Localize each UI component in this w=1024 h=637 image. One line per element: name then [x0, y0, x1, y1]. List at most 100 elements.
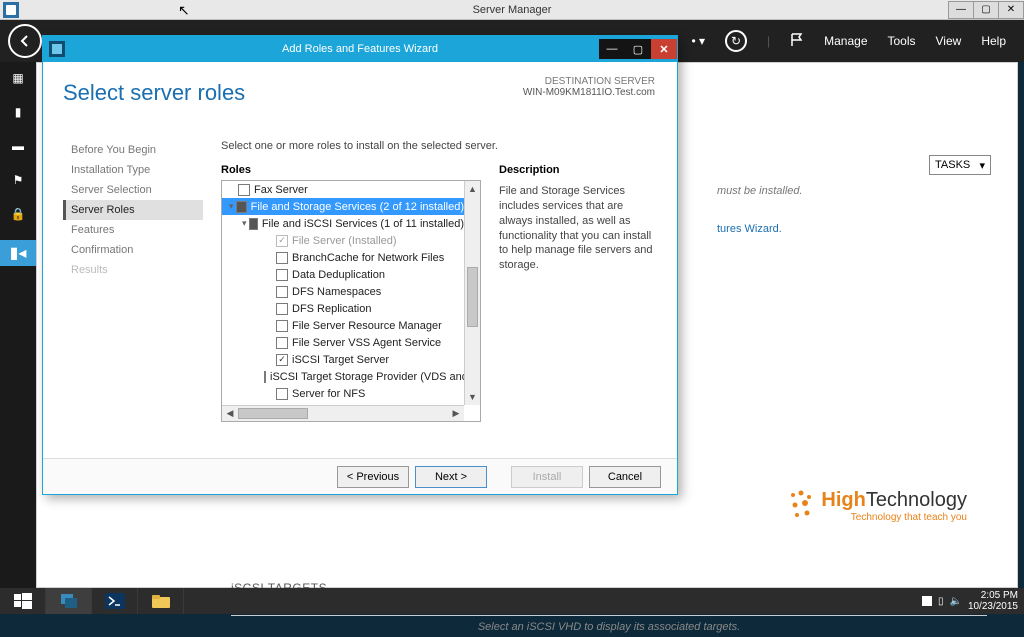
nav-sidebar: ▦ ▮ ▬ ⚑ 🔒 ▮◂ [0, 62, 36, 588]
role-checkbox[interactable] [276, 320, 288, 332]
role-checkbox[interactable] [236, 201, 246, 213]
back-button[interactable] [8, 24, 42, 58]
role-tree-row[interactable]: DFS Replication [222, 300, 464, 317]
wizard-maximize-button[interactable]: ▢ [625, 39, 651, 59]
iscsi-empty-message: Select an iSCSI VHD to display its assoc… [231, 615, 987, 637]
wizard-dialog: Add Roles and Features Wizard — ▢ ✕ Sele… [42, 35, 678, 495]
role-tree-row[interactable]: Server for NFS [222, 385, 464, 402]
role-tree-row[interactable]: ▾ File and Storage Services (2 of 12 inst… [222, 198, 464, 215]
role-checkbox[interactable] [238, 184, 250, 196]
nav-dashboard-icon[interactable]: ▦ [10, 70, 26, 86]
roles-label: Roles [221, 164, 251, 176]
expand-icon[interactable]: ▾ [226, 201, 236, 212]
wizard-instruction: Select one or more roles to install on t… [221, 140, 498, 152]
start-button[interactable] [0, 588, 46, 614]
scroll-left-icon[interactable]: ◀ [222, 406, 238, 421]
wizard-close-button[interactable]: ✕ [651, 39, 677, 59]
logo-text: HighTechnology [821, 489, 967, 512]
role-checkbox[interactable] [276, 269, 288, 281]
role-tree-row[interactable]: ▾ File and iSCSI Services (1 of 11 instal… [222, 215, 464, 232]
wizard-step[interactable]: Before You Begin [63, 140, 203, 160]
role-tree-row[interactable]: iSCSI Target Server [222, 351, 464, 368]
next-button[interactable]: Next > [415, 466, 487, 488]
role-tree-row[interactable]: DFS Namespaces [222, 283, 464, 300]
role-tree-row[interactable]: Fax Server [222, 181, 464, 198]
previous-button[interactable]: < Previous [337, 466, 409, 488]
role-label: DFS Replication [292, 303, 371, 315]
taskbar-server-manager[interactable] [46, 588, 92, 614]
vertical-scrollbar[interactable]: ▲ ▼ [464, 181, 480, 405]
horizontal-scrollbar[interactable]: ◀ ▶ [222, 405, 464, 421]
role-checkbox[interactable] [264, 371, 266, 383]
role-label: Server for NFS [292, 388, 365, 400]
role-label: File and Storage Services (2 of 12 insta… [251, 201, 464, 213]
role-tree-row[interactable]: File Server (Installed) [222, 232, 464, 249]
menu-tools[interactable]: Tools [888, 34, 916, 48]
divider: | [767, 34, 770, 48]
role-checkbox[interactable] [276, 354, 288, 366]
refresh-icon[interactable]: ↻ [725, 30, 747, 52]
system-tray[interactable]: ▯ 🔈 2:05 PM 10/23/2015 [916, 588, 1024, 614]
hscroll-thumb[interactable] [238, 408, 308, 419]
role-tree-row[interactable]: Data Deduplication [222, 266, 464, 283]
wizard-titlebar[interactable]: Add Roles and Features Wizard — ▢ ✕ [43, 36, 677, 62]
role-tree-row[interactable]: File Server Resource Manager [222, 317, 464, 334]
nav-file-storage-icon[interactable]: ▮◂ [0, 240, 36, 266]
app-icon [3, 2, 19, 18]
taskbar-explorer[interactable] [138, 588, 184, 614]
description-text: File and Storage Services includes servi… [499, 184, 659, 273]
tray-flag-icon[interactable] [922, 596, 932, 606]
nav-addc-icon[interactable]: ⚑ [10, 172, 26, 188]
window-titlebar: Server Manager — ▢ ✕ [0, 0, 1024, 20]
role-tree-row[interactable]: BranchCache for Network Files [222, 249, 464, 266]
role-checkbox[interactable] [276, 286, 288, 298]
menu-view[interactable]: View [936, 34, 962, 48]
role-checkbox[interactable] [276, 303, 288, 315]
roles-tree: Fax Server▾File and Storage Services (2 … [221, 180, 481, 422]
menu-manage[interactable]: Manage [824, 34, 867, 48]
tray-network-icon[interactable]: ▯ [938, 596, 944, 607]
close-button[interactable]: ✕ [998, 1, 1024, 19]
tray-volume-icon[interactable]: 🔈 [949, 596, 961, 607]
wizard-step[interactable]: Confirmation [63, 240, 203, 260]
scroll-thumb[interactable] [467, 267, 478, 327]
role-checkbox[interactable] [276, 252, 288, 264]
notifications-flag-icon[interactable] [790, 33, 804, 50]
tray-clock[interactable]: 2:05 PM 10/23/2015 [968, 590, 1018, 612]
role-tree-row[interactable]: iSCSI Target Storage Provider (VDS and V… [222, 368, 464, 385]
menu-help[interactable]: Help [981, 34, 1006, 48]
minimize-button[interactable]: — [948, 1, 974, 19]
maximize-button[interactable]: ▢ [973, 1, 999, 19]
wizard-title: Add Roles and Features Wizard [282, 43, 438, 55]
role-label: File Server VSS Agent Service [292, 337, 441, 349]
scroll-down-icon[interactable]: ▼ [465, 389, 480, 405]
wizard-minimize-button[interactable]: — [599, 39, 625, 59]
cancel-button[interactable]: Cancel [589, 466, 661, 488]
background-link[interactable]: tures Wizard. [717, 223, 782, 235]
scroll-up-icon[interactable]: ▲ [465, 181, 480, 197]
scroll-right-icon[interactable]: ▶ [448, 406, 464, 421]
role-checkbox[interactable] [249, 218, 258, 230]
nav-dns-icon[interactable]: 🔒 [10, 206, 26, 222]
wizard-step[interactable]: Features [63, 220, 203, 240]
destination-info: DESTINATION SERVER WIN-M09KM1811IO.Test.… [523, 76, 655, 98]
wizard-step[interactable]: Installation Type [63, 160, 203, 180]
nav-local-server-icon[interactable]: ▮ [10, 104, 26, 120]
tasks-dropdown[interactable]: TASKS▾ [929, 155, 991, 175]
background-note: must be installed. [717, 185, 803, 197]
logo-subtext: Technology that teach you [821, 512, 967, 523]
expand-icon[interactable]: ▾ [240, 218, 249, 229]
wizard-step[interactable]: Server Roles [63, 200, 203, 220]
refresh-dropdown-icon[interactable]: • ▾ [691, 34, 705, 48]
taskbar-powershell[interactable] [92, 588, 138, 614]
role-tree-row[interactable]: File Server VSS Agent Service [222, 334, 464, 351]
role-label: File and iSCSI Services (1 of 11 install… [262, 218, 464, 230]
role-checkbox[interactable] [276, 337, 288, 349]
window-controls: — ▢ ✕ [949, 1, 1024, 19]
role-checkbox[interactable] [276, 388, 288, 400]
destination-server: WIN-M09KM1811IO.Test.com [523, 87, 655, 98]
nav-all-servers-icon[interactable]: ▬ [10, 138, 26, 154]
role-label: iSCSI Target Server [292, 354, 389, 366]
wizard-step[interactable]: Server Selection [63, 180, 203, 200]
wizard-steps: Before You BeginInstallation TypeServer … [63, 140, 203, 280]
